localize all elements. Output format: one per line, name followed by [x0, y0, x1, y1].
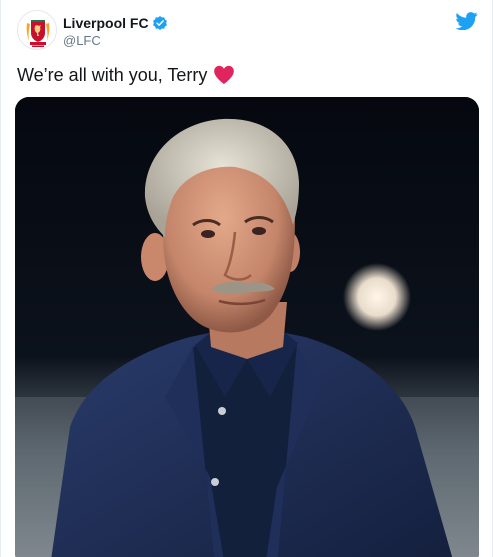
author-name-row[interactable]: Liverpool FC [63, 14, 168, 32]
tweet-photo[interactable] [15, 97, 479, 557]
twitter-bird-icon[interactable] [455, 12, 478, 31]
author-display-name: Liverpool FC [63, 15, 149, 31]
red-heart-icon [213, 65, 235, 85]
tweet-text-content: We’re all with you, Terry [17, 65, 208, 85]
avatar[interactable] [17, 10, 57, 50]
tweet-card: Liverpool FC @LFC We’re all with you, Te… [0, 0, 493, 557]
author-handle[interactable]: @LFC [63, 33, 101, 49]
tweet-header: Liverpool FC @LFC [1, 0, 493, 60]
verified-badge-icon [152, 15, 168, 31]
photo-terry-portrait [15, 97, 479, 557]
liverpool-crest-icon [18, 11, 56, 49]
tweet-text: We’re all with you, Terry [17, 63, 235, 87]
